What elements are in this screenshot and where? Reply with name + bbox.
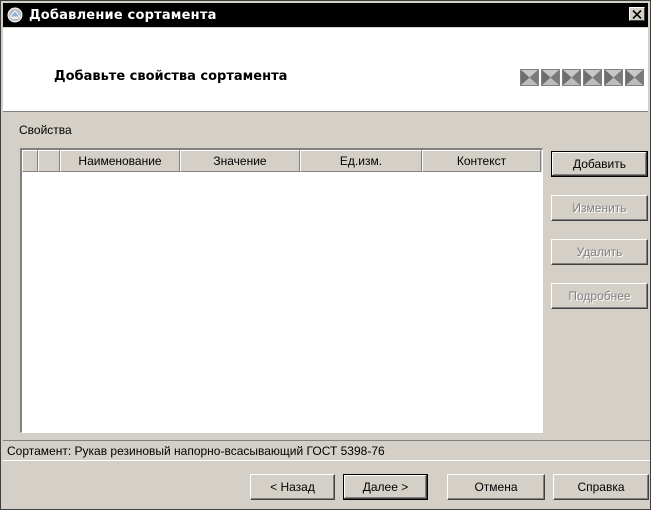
status-line: Сортамент: Рукав резиновый напорно-всасы… [3,440,650,461]
cancel-button[interactable]: Отмена [447,474,545,500]
close-button[interactable] [629,7,645,21]
column-header-check[interactable] [22,150,38,172]
step-icon [604,69,623,86]
wizard-header: Добавьте свойства сортамента [3,28,648,112]
properties-table[interactable]: Наименование Значение Ед.изм. Контекст [20,148,543,433]
edit-button[interactable]: Изменить [551,195,648,221]
column-header-unit[interactable]: Ед.изм. [300,150,422,172]
step-icon [520,69,539,86]
step-icon [625,69,644,86]
step-icon [541,69,560,86]
column-header-value[interactable]: Значение [180,150,300,172]
table-header: Наименование Значение Ед.изм. Контекст [22,150,542,172]
help-button[interactable]: Справка [553,474,649,500]
dialog-window: Добавление сортамента Добавьте свойства … [0,0,651,510]
add-button[interactable]: Добавить [551,151,648,177]
close-icon [632,9,642,19]
delete-button[interactable]: Удалить [551,239,648,265]
back-button[interactable]: < Назад [250,474,335,500]
column-header-context[interactable]: Контекст [422,150,541,172]
step-title: Добавьте свойства сортамента [54,69,288,84]
column-header-blank[interactable] [38,150,60,172]
title-bar: Добавление сортамента [3,3,648,27]
step-indicator [520,69,644,86]
column-header-name[interactable]: Наименование [60,150,180,172]
app-icon [7,7,23,23]
window-title: Добавление сортамента [29,7,217,23]
properties-group-label: Свойства [19,123,72,137]
next-button[interactable]: Далее > [343,474,428,500]
step-icon [562,69,581,86]
step-icon [583,69,602,86]
details-button[interactable]: Подробнее [551,283,648,309]
